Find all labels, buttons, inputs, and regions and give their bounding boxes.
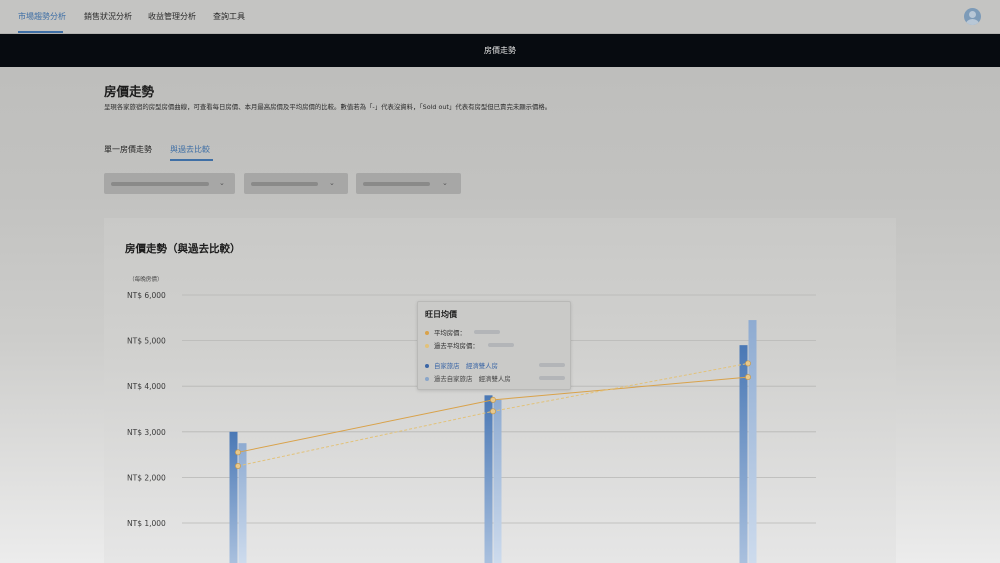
- active-nav-underline: [18, 31, 63, 33]
- title-bar: 房價走勢: [0, 34, 1000, 67]
- legend-dot-icon: [425, 364, 429, 368]
- nav-item-revenue-management[interactable]: 收益管理分析: [148, 11, 196, 22]
- tab-compare-past[interactable]: 與過去比較: [170, 144, 210, 155]
- tooltip-label-hotel: 自家旅店 經濟雙人房: [434, 362, 498, 370]
- y-tick-label: NT$ 3,000: [127, 428, 166, 437]
- legend-dot-icon: [425, 377, 429, 381]
- nav-item-query-tools[interactable]: 查詢工具: [213, 11, 245, 22]
- tab-single-price-trend[interactable]: 單一房價走勢: [104, 144, 152, 155]
- filter-select-1[interactable]: ⌄: [104, 173, 235, 194]
- tooltip-title: 旺日均價: [425, 310, 457, 319]
- past-avg-price-line-point: [490, 408, 496, 415]
- tooltip-label-past-hotel: 過去自家旅店 經濟雙人房: [434, 375, 511, 383]
- bar-past: [493, 399, 502, 563]
- price-trend-chart: NT$ 6,000 NT$ 5,000 NT$ 4,000 NT$ 3,000 NT$ …: [127, 291, 816, 563]
- past-avg-price-line-point: [235, 463, 241, 469]
- bar-past: [748, 320, 757, 563]
- tooltip-row-avg: 平均房價：: [425, 328, 466, 337]
- top-nav: 市場趨勢分析 銷售狀況分析 收益管理分析 查詢工具: [0, 0, 1000, 34]
- filter-select-3-value: [363, 182, 430, 186]
- y-tick-label: NT$ 1,000: [127, 519, 166, 528]
- legend-dot-icon: [425, 331, 429, 335]
- avg-price-line-point: [745, 374, 751, 381]
- y-tick-label: NT$ 2,000: [127, 473, 166, 482]
- filter-select-2-value: [251, 182, 318, 186]
- tooltip-value-placeholder: [539, 376, 565, 380]
- tooltip-value-placeholder: [539, 363, 565, 367]
- chevron-down-icon: ⌄: [442, 179, 448, 187]
- filter-select-3[interactable]: ⌄: [356, 173, 461, 194]
- avg-price-line-point: [490, 396, 496, 403]
- tooltip-value-placeholder: [474, 330, 500, 334]
- tooltip-label-avg: 平均房價：: [434, 329, 466, 337]
- avg-price-line-point: [235, 449, 241, 456]
- nav-item-sales-status[interactable]: 銷售狀況分析: [84, 11, 132, 22]
- y-tick-label: NT$ 6,000: [127, 291, 166, 300]
- page-description: 呈現各家旅宿的房型房價曲線，可查看每日房價、本月最高房價及平均房價的比較。數值若…: [104, 103, 552, 111]
- tooltip-label-past-avg: 過去平均房價：: [434, 342, 479, 350]
- active-tab-underline: [170, 159, 213, 161]
- filter-select-1-value: [111, 182, 209, 186]
- chevron-down-icon: ⌄: [329, 179, 335, 187]
- nav-item-market-trend[interactable]: 市場趨勢分析: [18, 11, 66, 22]
- user-avatar-icon[interactable]: [964, 8, 981, 25]
- y-tick-label: NT$ 4,000: [127, 382, 166, 391]
- tooltip-row-past-hotel: 過去自家旅店 經濟雙人房: [425, 374, 511, 383]
- tooltip-row-past-avg: 過去平均房價：: [425, 341, 479, 350]
- legend-dot-icon: [425, 344, 429, 348]
- title-bar-label: 房價走勢: [484, 46, 516, 55]
- chevron-down-icon: ⌄: [219, 179, 225, 187]
- filter-select-2[interactable]: ⌄: [244, 173, 348, 194]
- chart-tooltip: 旺日均價 平均房價： 過去平均房價： 自家旅店 經濟雙人房 過去自家旅店 經濟雙…: [417, 301, 571, 390]
- tooltip-value-placeholder: [488, 343, 514, 347]
- bar-past: [238, 443, 247, 563]
- chart-panel: 房價走勢（與過去比較） （每晚房價） NT$ 6,000 NT$ 5,000 NT$…: [104, 218, 896, 563]
- page-title: 房價走勢: [104, 84, 155, 99]
- past-avg-price-line-point: [745, 360, 751, 367]
- tooltip-row-hotel: 自家旅店 經濟雙人房: [425, 361, 498, 370]
- main-content: 房價走勢 呈現各家旅宿的房型房價曲線，可查看每日房價、本月最高房價及平均房價的比…: [0, 67, 1000, 563]
- y-tick-label: NT$ 5,000: [127, 337, 166, 346]
- bar-current: [484, 395, 493, 563]
